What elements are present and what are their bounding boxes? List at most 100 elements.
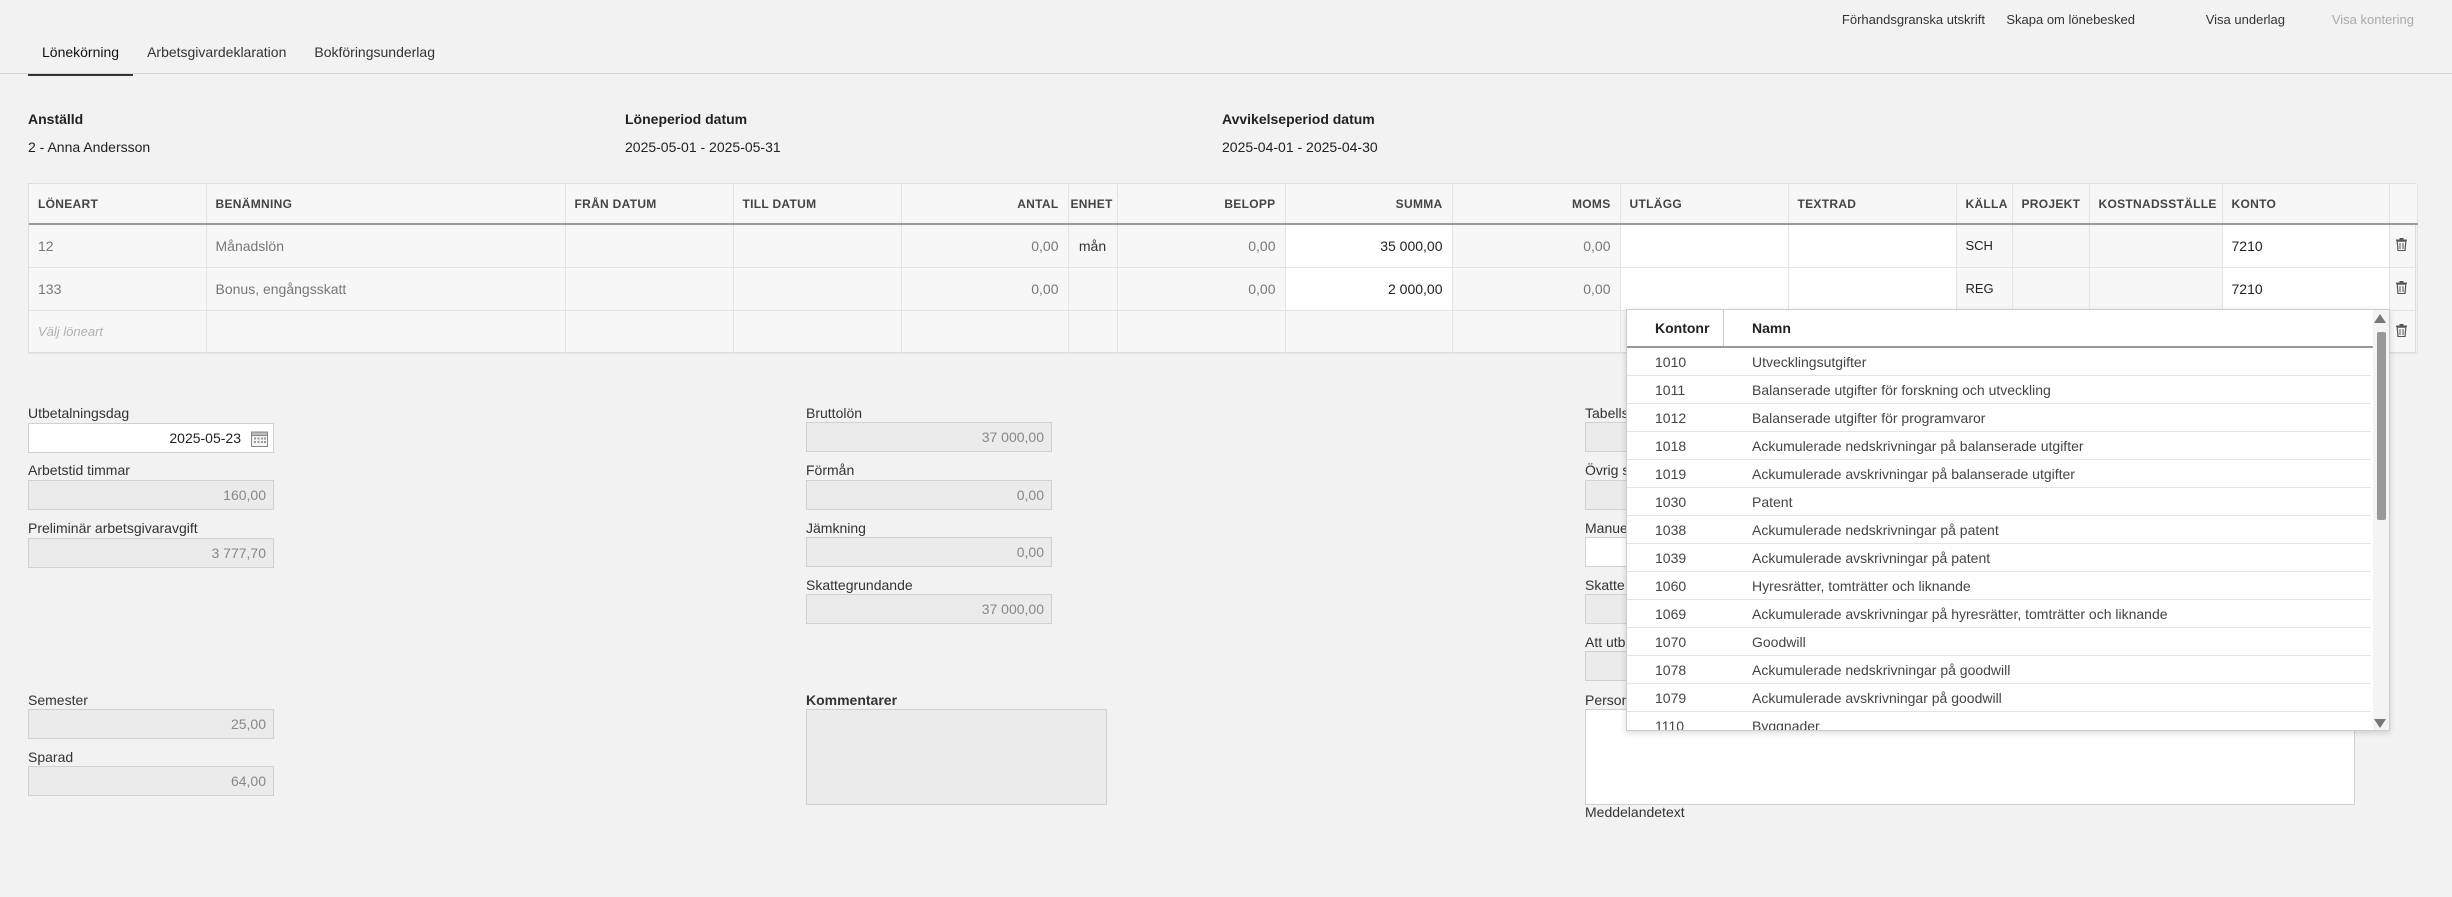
col-header-sum[interactable]: SUMMA xyxy=(1285,184,1453,225)
prelim-fee-field: 3 777,70 xyxy=(28,538,274,568)
account-name: Ackumulerade avskrivningar på goodwill xyxy=(1752,689,2002,706)
cell-source: SCH xyxy=(1956,224,2013,268)
delete-row-button[interactable] xyxy=(2389,224,2418,268)
account-number: 1019 xyxy=(1655,465,1687,482)
cell-project[interactable] xyxy=(2012,267,2090,311)
col-header-quantity[interactable]: ANTAL xyxy=(901,184,1069,225)
col-header-source[interactable]: KÄLLA xyxy=(1956,184,2013,225)
new-row-loneart-select[interactable]: Välj löneart xyxy=(29,310,207,354)
col-header-unit[interactable]: ENHET xyxy=(1068,184,1118,225)
cell-textrow[interactable] xyxy=(1788,224,1957,268)
account-name: Ackumulerade avskrivningar på balanserad… xyxy=(1752,465,2075,482)
cell-expense[interactable] xyxy=(1620,267,1789,311)
col-header-project[interactable]: PROJEKT xyxy=(2012,184,2090,225)
cell-to-date[interactable] xyxy=(733,224,902,268)
pay-period-value: 2025-05-01 - 2025-05-31 xyxy=(625,139,781,155)
account-dropdown[interactable]: Kontonr Namn 1010 Utvecklingsutgifter 1011… xyxy=(1626,309,2390,731)
col-header-textrow[interactable]: TEXTRAD xyxy=(1788,184,1957,225)
list-item[interactable]: 1018 Ackumulerade nedskrivningar på balan… xyxy=(1627,432,2371,460)
comments-label: Kommentarer xyxy=(806,692,898,708)
tab-payroll-run[interactable]: Lönekörning xyxy=(28,42,134,76)
cell-unit[interactable]: mån xyxy=(1068,224,1118,268)
dropdown-list: 1010 Utvecklingsutgifter 1011 Balanserade u… xyxy=(1627,348,2389,731)
cell-unit[interactable] xyxy=(1068,267,1118,311)
cell-loneart[interactable]: 12 xyxy=(29,224,207,268)
cell-vat[interactable]: 0,00 xyxy=(1452,224,1621,268)
list-item[interactable]: 1012 Balanserade utgifter för programvaro… xyxy=(1627,404,2371,432)
cell-amount[interactable]: 0,00 xyxy=(1117,267,1286,311)
scroll-down-icon[interactable] xyxy=(2374,719,2386,728)
cell-from-date[interactable] xyxy=(565,224,734,268)
list-item[interactable]: 1030 Patent xyxy=(1627,488,2371,516)
account-name: Goodwill xyxy=(1752,633,1806,650)
tab-employer-declaration[interactable]: Arbetsgivardeklaration xyxy=(133,42,300,76)
cell-textrow[interactable] xyxy=(1788,267,1957,311)
list-item[interactable]: 1079 Ackumulerade avskrivningar på goodwi… xyxy=(1627,684,2371,712)
cell-source: REG xyxy=(1956,267,2013,311)
dropdown-scrollbar[interactable] xyxy=(2373,310,2389,730)
scroll-thumb[interactable] xyxy=(2377,332,2386,520)
cell-benamning[interactable]: Månadslön xyxy=(206,224,566,268)
cell-from-date[interactable] xyxy=(565,267,734,311)
delete-row-button[interactable] xyxy=(2389,310,2418,354)
list-item[interactable]: 1011 Balanserade utgifter för forskning o… xyxy=(1627,376,2371,404)
col-header-expense[interactable]: UTLÄGG xyxy=(1620,184,1789,225)
cell-loneart[interactable]: 133 xyxy=(29,267,207,311)
cell-expense[interactable] xyxy=(1620,224,1789,268)
recreate-payslip-link[interactable]: Skapa om lönebesked xyxy=(2006,12,2135,27)
list-item[interactable]: 1019 Ackumulerade avskrivningar på balans… xyxy=(1627,460,2371,488)
comments-textarea[interactable] xyxy=(806,709,1107,805)
list-item[interactable]: 1038 Ackumulerade nedskrivningar på paten… xyxy=(1627,516,2371,544)
benefit-field: 0,00 xyxy=(806,480,1052,510)
col-header-from-date[interactable]: FRÅN DATUM xyxy=(565,184,734,225)
empty-cell xyxy=(1452,310,1621,354)
cell-vat[interactable]: 0,00 xyxy=(1452,267,1621,311)
col-header-account[interactable]: KONTO xyxy=(2222,184,2390,225)
dropdown-col-number: Kontonr xyxy=(1627,310,1724,346)
vacation-label: Semester xyxy=(28,692,88,708)
table-row[interactable]: 133 Bonus, engångsskatt 0,00 0,00 2 000,… xyxy=(29,267,2418,311)
cell-amount[interactable]: 0,00 xyxy=(1117,224,1286,268)
cell-sum[interactable]: 35 000,00 xyxy=(1285,224,1453,268)
list-item[interactable]: 1060 Hyresrätter, tomträtter och liknande xyxy=(1627,572,2371,600)
col-header-vat[interactable]: MOMS xyxy=(1452,184,1621,225)
list-item[interactable]: 1039 Ackumulerade avskrivningar på patent xyxy=(1627,544,2371,572)
cell-sum[interactable]: 2 000,00 xyxy=(1285,267,1453,311)
list-item[interactable]: 1010 Utvecklingsutgifter xyxy=(1627,348,2371,376)
adjustment-label: Jämkning xyxy=(806,520,866,536)
cell-to-date[interactable] xyxy=(733,267,902,311)
cell-quantity[interactable]: 0,00 xyxy=(901,267,1069,311)
delete-row-button[interactable] xyxy=(2389,267,2418,311)
col-header-benamning[interactable]: BENÄMNING xyxy=(206,184,566,225)
list-item[interactable]: 1070 Goodwill xyxy=(1627,628,2371,656)
list-item[interactable]: 1078 Ackumulerade nedskrivningar på goodw… xyxy=(1627,656,2371,684)
cell-benamning[interactable]: Bonus, engångsskatt xyxy=(206,267,566,311)
scroll-up-icon[interactable] xyxy=(2374,314,2386,323)
list-item[interactable]: 1069 Ackumulerade avskrivningar på hyresr… xyxy=(1627,600,2371,628)
account-name: Ackumulerade nedskrivningar på balansera… xyxy=(1752,437,2084,454)
cell-account[interactable]: 7210 xyxy=(2222,224,2390,268)
col-header-to-date[interactable]: TILL DATUM xyxy=(733,184,902,225)
cell-project[interactable] xyxy=(2012,224,2090,268)
other-label: Övrig s xyxy=(1585,462,1630,478)
cell-cost-center[interactable] xyxy=(2089,224,2223,268)
cell-cost-center[interactable] xyxy=(2089,267,2223,311)
calendar-icon[interactable] xyxy=(251,430,268,450)
col-header-cost-center[interactable]: KOSTNADSSTÄLLE xyxy=(2089,184,2223,225)
preview-print-link[interactable]: Förhandsgranska utskrift xyxy=(1842,12,1985,27)
list-item[interactable]: 1110 Byggnader xyxy=(1627,712,2371,731)
empty-cell xyxy=(565,310,734,354)
cell-quantity[interactable]: 0,00 xyxy=(901,224,1069,268)
empty-cell xyxy=(733,310,902,354)
table-row[interactable]: 12 Månadslön 0,00 mån 0,00 35 000,00 0,0… xyxy=(29,224,2418,268)
cell-account[interactable]: 7210 xyxy=(2222,267,2390,311)
col-header-amount[interactable]: BELOPP xyxy=(1117,184,1286,225)
payday-input[interactable]: 2025-05-23 xyxy=(28,423,274,453)
account-name: Ackumulerade avskrivningar på patent xyxy=(1752,549,1991,566)
show-basis-link[interactable]: Visa underlag xyxy=(2206,12,2285,27)
tab-accounting-basis[interactable]: Bokföringsunderlag xyxy=(300,42,449,76)
col-header-loneart[interactable]: LÖNEART xyxy=(29,184,207,225)
account-number: 1060 xyxy=(1655,577,1687,594)
table-label: Tabells xyxy=(1585,405,1629,421)
gross-field: 37 000,00 xyxy=(806,422,1052,452)
